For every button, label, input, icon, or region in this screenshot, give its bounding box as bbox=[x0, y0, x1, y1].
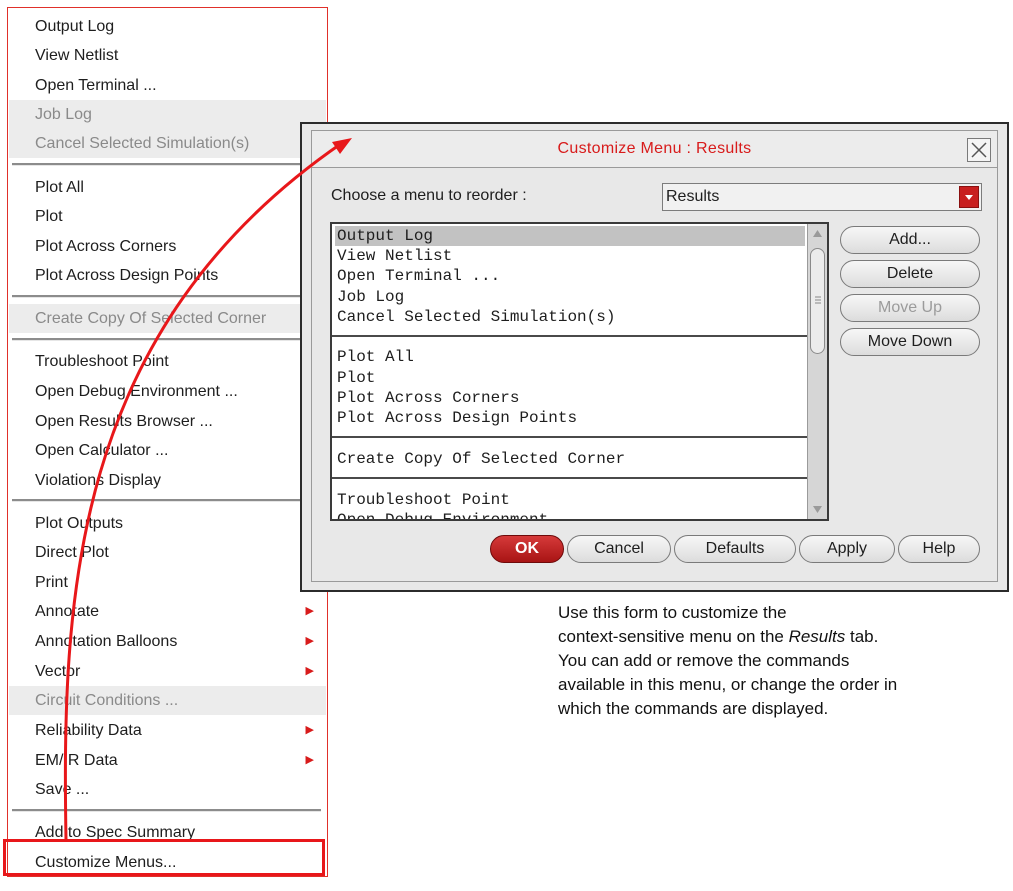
menu-item-annotation-balloons[interactable]: Annotation Balloons ▶ bbox=[9, 627, 326, 656]
menu-item-plot[interactable]: Plot bbox=[9, 202, 326, 231]
menu-separator bbox=[12, 809, 321, 812]
cancel-button[interactable]: Cancel bbox=[567, 535, 671, 563]
submenu-arrow-icon: ▶ bbox=[305, 665, 314, 677]
list-item[interactable]: Cancel Selected Simulation(s) bbox=[335, 307, 805, 327]
menu-item-customize-menus[interactable]: Customize Menus... bbox=[9, 848, 326, 877]
menu-item-open-calculator[interactable]: Open Calculator ... bbox=[9, 436, 326, 465]
help-button[interactable]: Help bbox=[898, 535, 980, 563]
menu-item-open-results-browser[interactable]: Open Results Browser ... bbox=[9, 407, 326, 436]
delete-button[interactable]: Delete bbox=[840, 260, 980, 288]
scroll-up-arrow-icon[interactable] bbox=[808, 224, 827, 244]
list-separator bbox=[332, 436, 807, 438]
menu-item-print[interactable]: Print bbox=[9, 568, 326, 597]
apply-button[interactable]: Apply bbox=[799, 535, 895, 563]
menu-item-save[interactable]: Save ... bbox=[9, 775, 326, 804]
menu-separator bbox=[12, 499, 321, 502]
menu-item-output-log[interactable]: Output Log bbox=[9, 12, 326, 41]
menu-separator bbox=[12, 338, 321, 341]
list-item[interactable]: Troubleshoot Point bbox=[335, 490, 805, 510]
menu-item-troubleshoot-point[interactable]: Troubleshoot Point bbox=[9, 347, 326, 376]
menu-item-vector[interactable]: Vector ▶ bbox=[9, 657, 326, 686]
menu-item-plot-across-design-points[interactable]: Plot Across Design Points bbox=[9, 261, 326, 290]
list-item[interactable]: Job Log bbox=[335, 287, 805, 307]
list-item[interactable]: Create Copy Of Selected Corner bbox=[335, 449, 805, 469]
menu-item-cancel-selected-simulations: Cancel Selected Simulation(s) bbox=[9, 129, 326, 158]
submenu-arrow-icon: ▶ bbox=[305, 724, 314, 736]
list-item[interactable]: Open Debug Environment bbox=[335, 510, 805, 519]
defaults-button[interactable]: Defaults bbox=[674, 535, 796, 563]
menu-item-circuit-conditions: Circuit Conditions ... bbox=[9, 686, 326, 715]
menu-item-plot-across-corners[interactable]: Plot Across Corners bbox=[9, 232, 326, 261]
menu-item-open-terminal[interactable]: Open Terminal ... bbox=[9, 71, 326, 100]
menu-item-job-log: Job Log bbox=[9, 100, 326, 129]
menu-item-annotate[interactable]: Annotate ▶ bbox=[9, 597, 326, 626]
list-item[interactable]: Plot bbox=[335, 368, 805, 388]
menu-item-em-ir-data[interactable]: EM/IR Data ▶ bbox=[9, 746, 326, 775]
list-separator bbox=[332, 335, 807, 337]
menu-select-dropdown[interactable]: Results bbox=[662, 183, 982, 211]
list-separator bbox=[332, 477, 807, 479]
description-text: Use this form to customize the context-s… bbox=[558, 603, 898, 718]
list-item[interactable]: View Netlist bbox=[335, 246, 805, 266]
list-scrollbar[interactable] bbox=[807, 224, 827, 519]
customize-menu-dialog: Customize Menu : Results Choose a menu t… bbox=[300, 122, 1009, 592]
dialog-titlebar[interactable]: Customize Menu : Results bbox=[312, 131, 997, 168]
menu-item-view-netlist[interactable]: View Netlist bbox=[9, 41, 326, 70]
menu-item-reliability-data[interactable]: Reliability Data ▶ bbox=[9, 716, 326, 745]
add-button[interactable]: Add... bbox=[840, 226, 980, 254]
ok-button[interactable]: OK bbox=[490, 535, 564, 563]
scroll-down-arrow-icon[interactable] bbox=[808, 499, 827, 519]
list-item[interactable]: Plot All bbox=[335, 347, 805, 367]
menu-item-plot-outputs[interactable]: Plot Outputs bbox=[9, 509, 326, 538]
menu-select-value: Results bbox=[666, 188, 720, 205]
move-up-button[interactable]: Move Up bbox=[840, 294, 980, 322]
chevron-down-icon[interactable] bbox=[959, 186, 979, 208]
menu-item-plot-all[interactable]: Plot All bbox=[9, 173, 326, 202]
menu-item-open-debug-environment[interactable]: Open Debug Environment ... bbox=[9, 377, 326, 406]
results-context-menu: Output Log View Netlist Open Terminal ..… bbox=[7, 7, 328, 877]
list-item[interactable]: Plot Across Design Points bbox=[335, 408, 805, 428]
submenu-arrow-icon: ▶ bbox=[305, 635, 314, 647]
submenu-arrow-icon: ▶ bbox=[305, 754, 314, 766]
list-item[interactable]: Plot Across Corners bbox=[335, 388, 805, 408]
menu-item-create-copy-of-selected-corner: Create Copy Of Selected Corner bbox=[9, 304, 326, 333]
list-item[interactable]: Output Log bbox=[335, 226, 805, 246]
close-icon[interactable] bbox=[967, 138, 991, 162]
menu-separator bbox=[12, 163, 321, 166]
move-down-button[interactable]: Move Down bbox=[840, 328, 980, 356]
menu-item-violations-display[interactable]: Violations Display bbox=[9, 466, 326, 495]
choose-menu-label: Choose a menu to reorder : bbox=[331, 187, 527, 204]
dialog-title: Customize Menu : Results bbox=[557, 140, 752, 157]
list-item[interactable]: Open Terminal ... bbox=[335, 266, 805, 286]
scroll-thumb[interactable] bbox=[810, 248, 825, 354]
menu-order-list[interactable]: Output Log View Netlist Open Terminal ..… bbox=[330, 222, 829, 521]
menu-separator bbox=[12, 295, 321, 298]
menu-item-add-to-spec-summary[interactable]: Add to Spec Summary bbox=[9, 818, 326, 847]
menu-item-direct-plot[interactable]: Direct Plot bbox=[9, 538, 326, 567]
submenu-arrow-icon: ▶ bbox=[305, 605, 314, 617]
